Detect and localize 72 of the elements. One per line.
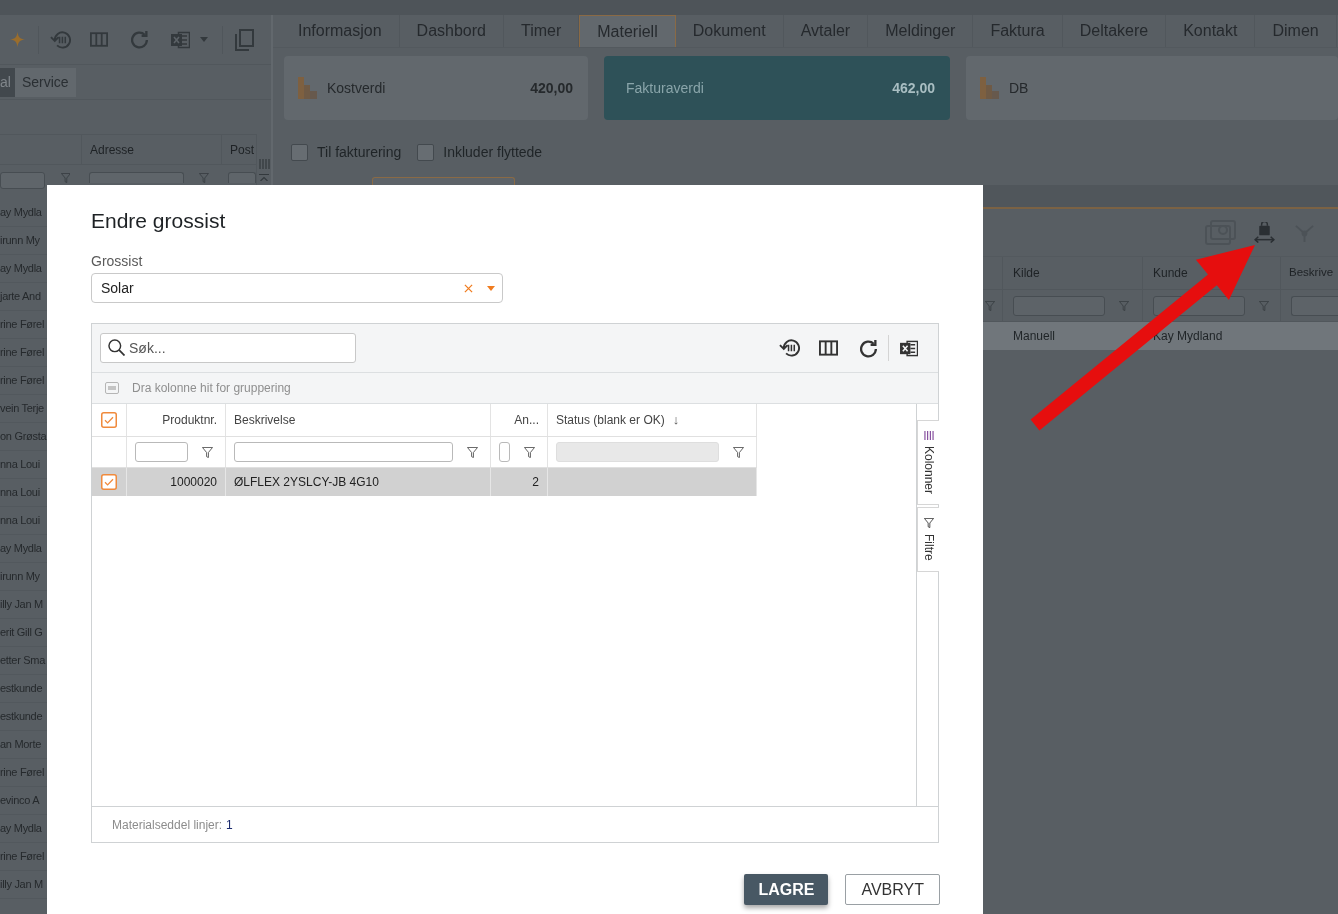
table-cell-text: 1000020	[170, 474, 217, 491]
column-header[interactable]: Beskrive	[1289, 264, 1334, 282]
dialog-title: Endre grossist	[91, 209, 227, 233]
summary-card[interactable]: Fakturaverdi 462,00	[604, 56, 950, 120]
filter-field[interactable]	[0, 172, 45, 189]
table-cell-text: ØLFLEX 2YSLCY-JB 4G10	[234, 474, 379, 491]
side-tab[interactable]: Kolonner	[917, 420, 939, 506]
tab[interactable]: al	[0, 67, 15, 97]
sort-indicator[interactable]: ↓	[672, 410, 680, 430]
table-row[interactable]: 1000020 ØLFLEX 2YSLCY-JB 4G10 2	[92, 468, 757, 496]
caret-icon[interactable]	[487, 285, 495, 291]
checkbox-label: Inkluder flyttede	[443, 143, 543, 162]
select-all-checkbox[interactable]	[101, 412, 117, 428]
card-label: Kostverdi	[327, 78, 386, 98]
button[interactable]	[372, 177, 515, 185]
column-header[interactable]: Status (blank er OK)	[556, 411, 665, 429]
save-button[interactable]: LAGRE	[744, 874, 829, 905]
card-label: DB	[1009, 78, 1029, 98]
checkbox[interactable]	[291, 144, 308, 161]
sparkle-icon[interactable]	[10, 32, 25, 47]
bar-chart-icon	[298, 77, 317, 99]
filter-icon[interactable]	[467, 446, 478, 458]
line-count: 1	[226, 816, 233, 834]
card-label: Fakturaverdi	[626, 78, 704, 98]
column-header[interactable]: Adresse	[90, 140, 135, 159]
filter-icon	[923, 518, 934, 529]
column-header[interactable]: Kilde	[1013, 264, 1040, 282]
columns-icon	[923, 431, 934, 440]
history-icon[interactable]	[779, 339, 800, 357]
filter-icon[interactable]	[524, 446, 535, 458]
dropdown-value: Solar	[101, 278, 134, 298]
copy-icon[interactable]	[235, 28, 254, 51]
card-value: 462,00	[892, 78, 935, 98]
columns-icon[interactable]	[819, 340, 838, 356]
filter-field[interactable]	[234, 442, 453, 462]
search-icon	[108, 339, 125, 356]
dropdown-field[interactable]: Solar	[91, 273, 503, 303]
refresh-icon[interactable]	[860, 338, 877, 358]
collapse-icon[interactable]	[259, 174, 269, 181]
summary-card[interactable]: Kostverdi 420,00	[284, 56, 588, 120]
filter-field[interactable]	[135, 442, 188, 462]
filter-icon[interactable]	[202, 446, 213, 458]
footer-label: Materialseddel linjer:	[112, 816, 223, 834]
filter-field[interactable]	[499, 442, 510, 462]
filter-icon[interactable]	[733, 446, 744, 458]
bar-chart-icon	[980, 77, 999, 99]
filter-field[interactable]	[228, 172, 256, 183]
bag-arrows-icon[interactable]	[1254, 222, 1275, 243]
table-cell: Manuell	[1013, 329, 1056, 343]
table-cell-text: 2	[532, 474, 539, 491]
column-header[interactable]: Post	[230, 140, 254, 159]
group-icon	[105, 382, 119, 394]
column-header[interactable]: Beskrivelse	[234, 411, 296, 429]
column-header[interactable]: Produktnr.	[162, 411, 217, 429]
checkbox-label: Til fakturering	[317, 143, 402, 162]
filter-field[interactable]	[89, 172, 185, 183]
tab[interactable]: Service	[14, 67, 76, 97]
group-hint: Dra kolonne hit for gruppering	[132, 380, 291, 397]
column-header[interactable]: Kunde	[1153, 264, 1188, 282]
summary-card[interactable]: DB	[966, 56, 1338, 120]
card-value: 420,00	[530, 78, 573, 98]
tab[interactable]: Materiell	[579, 15, 676, 47]
row-checkbox[interactable]	[101, 474, 117, 490]
clear-icon[interactable]	[464, 283, 473, 293]
side-tab[interactable]: Filtre	[917, 507, 939, 572]
field-label: Grossist	[91, 253, 144, 269]
column-header[interactable]: An...	[514, 411, 539, 429]
cancel-button[interactable]: AVBRYT	[845, 874, 940, 905]
excel-icon[interactable]	[900, 339, 918, 357]
search-field[interactable]: Søk...	[100, 333, 356, 363]
caret-icon[interactable]	[200, 37, 208, 42]
checkbox[interactable]	[417, 144, 435, 161]
